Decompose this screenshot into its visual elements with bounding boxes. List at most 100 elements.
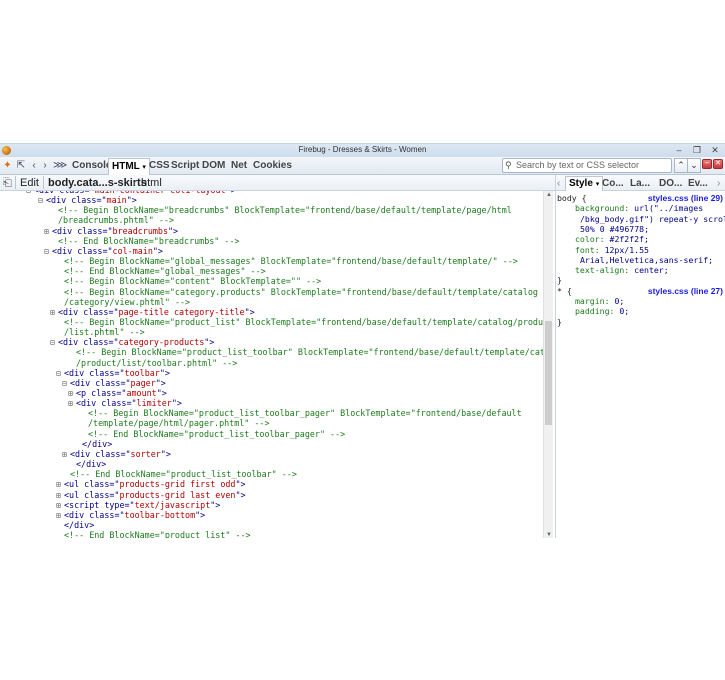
firebug-menu-icon[interactable]: ✦ — [3, 160, 12, 172]
edit-button[interactable]: Edit — [20, 176, 39, 190]
inspect-icon[interactable]: ⎗ — [3, 176, 12, 190]
scroll-down-icon[interactable]: ▼ — [544, 532, 554, 538]
tab-html[interactable]: HTML ▾ — [108, 158, 150, 175]
firebug-window: Firebug - Dresses & Skirts - Women – ❐ ✕… — [0, 143, 725, 538]
attr-value: main — [106, 195, 127, 206]
css-declaration[interactable]: text-align: center; — [575, 265, 669, 275]
tag-text: <ul — [64, 479, 85, 490]
inspect-element-icon[interactable]: ⇱ — [16, 160, 26, 172]
side-tabs-forward-icon[interactable]: › — [717, 177, 720, 190]
css-source-link[interactable]: styles.css (line 29) — [648, 193, 723, 203]
tab-console[interactable]: Console — [72, 160, 111, 172]
tree-node[interactable]: <!-- Begin BlockName="product_list_toolb… — [68, 347, 543, 357]
tree-node[interactable]: </div> — [74, 439, 112, 449]
tag-text: "> — [126, 195, 137, 206]
attr-value: sorter — [130, 448, 161, 459]
css-value: 50% 0 #496778; — [580, 223, 650, 234]
css-declaration[interactable]: Arial,Helvetica,sans-serif; — [580, 255, 713, 265]
search-prev-button[interactable]: ⌃ — [674, 158, 688, 173]
side-tab-events[interactable]: Ev... — [688, 177, 708, 190]
breadcrumb: ⎗ Edit body.cata...s-skirts ‹ html — [0, 175, 555, 191]
tree-node[interactable]: <!-- Begin BlockName="product_list" Bloc… — [56, 317, 543, 327]
side-tab-layout[interactable]: La... — [630, 177, 650, 190]
tree-node[interactable]: <!-- End BlockName="product_list_toolbar… — [62, 469, 297, 479]
tree-node[interactable]: <!-- Begin BlockName="global_messages" B… — [56, 256, 518, 266]
tag-text: <div — [46, 195, 72, 206]
search-input[interactable]: ⚲ Search by text or CSS selector — [502, 158, 672, 173]
tag-text: <div — [76, 398, 102, 409]
tab-net[interactable]: Net — [231, 160, 247, 172]
tag-text: </div> — [76, 459, 107, 470]
search-next-button[interactable]: ⌄ — [687, 158, 701, 173]
tag-text: =" — [124, 499, 135, 510]
tree-node[interactable]: </div> — [56, 520, 94, 530]
tab-dom[interactable]: DOM — [202, 160, 225, 172]
minimize-button[interactable]: – — [673, 145, 685, 155]
tree-node[interactable]: <!-- End BlockName="global_messages" --> — [56, 266, 266, 276]
tag-text: "> — [204, 337, 215, 348]
css-declaration[interactable]: font: 12px/1.55 — [575, 245, 649, 255]
attr-value: col-main — [112, 245, 153, 256]
tree-node[interactable]: <!-- End BlockName="product_list_toolbar… — [80, 429, 345, 439]
css-selector[interactable]: * { — [557, 286, 572, 296]
comment-text: <!-- End BlockName="product_list_toolbar… — [70, 469, 297, 480]
tag-text: "> — [244, 306, 255, 317]
tab-cookies[interactable]: Cookies — [253, 160, 292, 172]
css-declaration[interactable]: margin: 0; — [575, 296, 624, 306]
css-declaration[interactable]: 50% 0 #496778; — [580, 224, 649, 234]
css-declaration[interactable]: padding: 0; — [575, 306, 629, 316]
tab-css[interactable]: CSS — [149, 160, 170, 172]
attr-value: products-grid last even — [119, 489, 236, 500]
side-tab-style[interactable]: Style ▾ — [565, 176, 604, 191]
tree-node[interactable]: <!-- Begin BlockName="product_list_toolb… — [80, 408, 522, 418]
attr-name: class — [83, 306, 109, 317]
css-declaration[interactable]: background: url("../images — [575, 203, 703, 213]
tree-node[interactable]: <!-- Begin BlockName="category.products"… — [56, 287, 538, 297]
tree-node[interactable]: /breadcrumbs.phtml" --> — [50, 215, 174, 225]
tab-script[interactable]: Script — [171, 160, 199, 172]
collapse-twisty-icon[interactable]: ⊟ — [44, 247, 52, 257]
tree-node[interactable]: </div> — [68, 459, 106, 469]
css-source-link[interactable]: styles.css (line 27) — [648, 286, 723, 296]
tree-node[interactable]: /category/view.phtml" --> — [56, 297, 190, 307]
collapse-twisty-icon[interactable]: ⊟ — [26, 191, 34, 196]
tree-node[interactable]: <!-- End BlockName="product_list" --> — [56, 530, 251, 538]
tag-text: =" — [114, 509, 125, 520]
maximize-button[interactable]: ❐ — [691, 145, 703, 155]
attr-name: class — [77, 245, 103, 256]
collapse-twisty-icon[interactable]: ⊟ — [38, 196, 46, 206]
comment-text: <!-- Begin BlockName="product_list_toolb… — [88, 408, 522, 419]
side-tab-dom[interactable]: DO... — [659, 177, 682, 190]
tag-text: <div — [52, 245, 78, 256]
css-declaration[interactable]: /bkg_body.gif") repeat-y scroll — [580, 214, 725, 224]
css-selector[interactable]: body { — [557, 193, 587, 203]
side-tabs-back-icon[interactable]: ‹ — [557, 177, 560, 190]
side-panel-tabs: ‹ Style ▾ Co... La... DO... Ev... › — [555, 175, 725, 191]
attr-value: category-products — [118, 337, 205, 348]
tag-text: <div — [58, 306, 84, 317]
comment-text: /product/list/toolbar.phtml" --> — [76, 357, 238, 368]
breadcrumb-item-html[interactable]: html — [141, 176, 162, 190]
tree-node[interactable]: <!-- Begin BlockName="breadcrumbs" Block… — [50, 205, 512, 215]
search-placeholder: Search by text or CSS selector — [516, 160, 640, 170]
tree-node[interactable]: <!-- Begin BlockName="content" BlockTemp… — [56, 276, 321, 286]
expand-twisty-icon[interactable]: ⊞ — [68, 399, 76, 409]
css-declaration[interactable]: color: #2f2f2f; — [575, 234, 649, 244]
scrollbar-thumb[interactable] — [545, 321, 552, 425]
back-arrow-icon[interactable]: ‹ — [30, 160, 38, 172]
minimize-firebug-button[interactable]: – — [702, 159, 712, 169]
more-tabs-icon[interactable]: ⋙ — [53, 160, 67, 172]
close-window-button[interactable]: ✕ — [709, 145, 721, 155]
vertical-scrollbar[interactable]: ▲ ▼ — [543, 191, 553, 538]
tree-node[interactable]: /list.phtml" --> — [56, 327, 145, 337]
side-tab-computed[interactable]: Co... — [602, 177, 624, 190]
forward-arrow-icon[interactable]: › — [41, 160, 49, 172]
close-firebug-button[interactable]: ✕ — [713, 159, 723, 169]
tag-text: =" — [108, 337, 119, 348]
scroll-up-icon[interactable]: ▲ — [544, 192, 554, 198]
tree-node[interactable]: /product/list/toolbar.phtml" --> — [68, 358, 237, 368]
collapse-twisty-icon[interactable]: ⊟ — [50, 338, 58, 348]
tree-node[interactable]: <!-- End BlockName="breadcrumbs" --> — [50, 236, 240, 246]
tree-node[interactable]: /template/page/html/pager.phtml" --> — [80, 418, 270, 428]
tag-text: "> — [210, 499, 221, 510]
